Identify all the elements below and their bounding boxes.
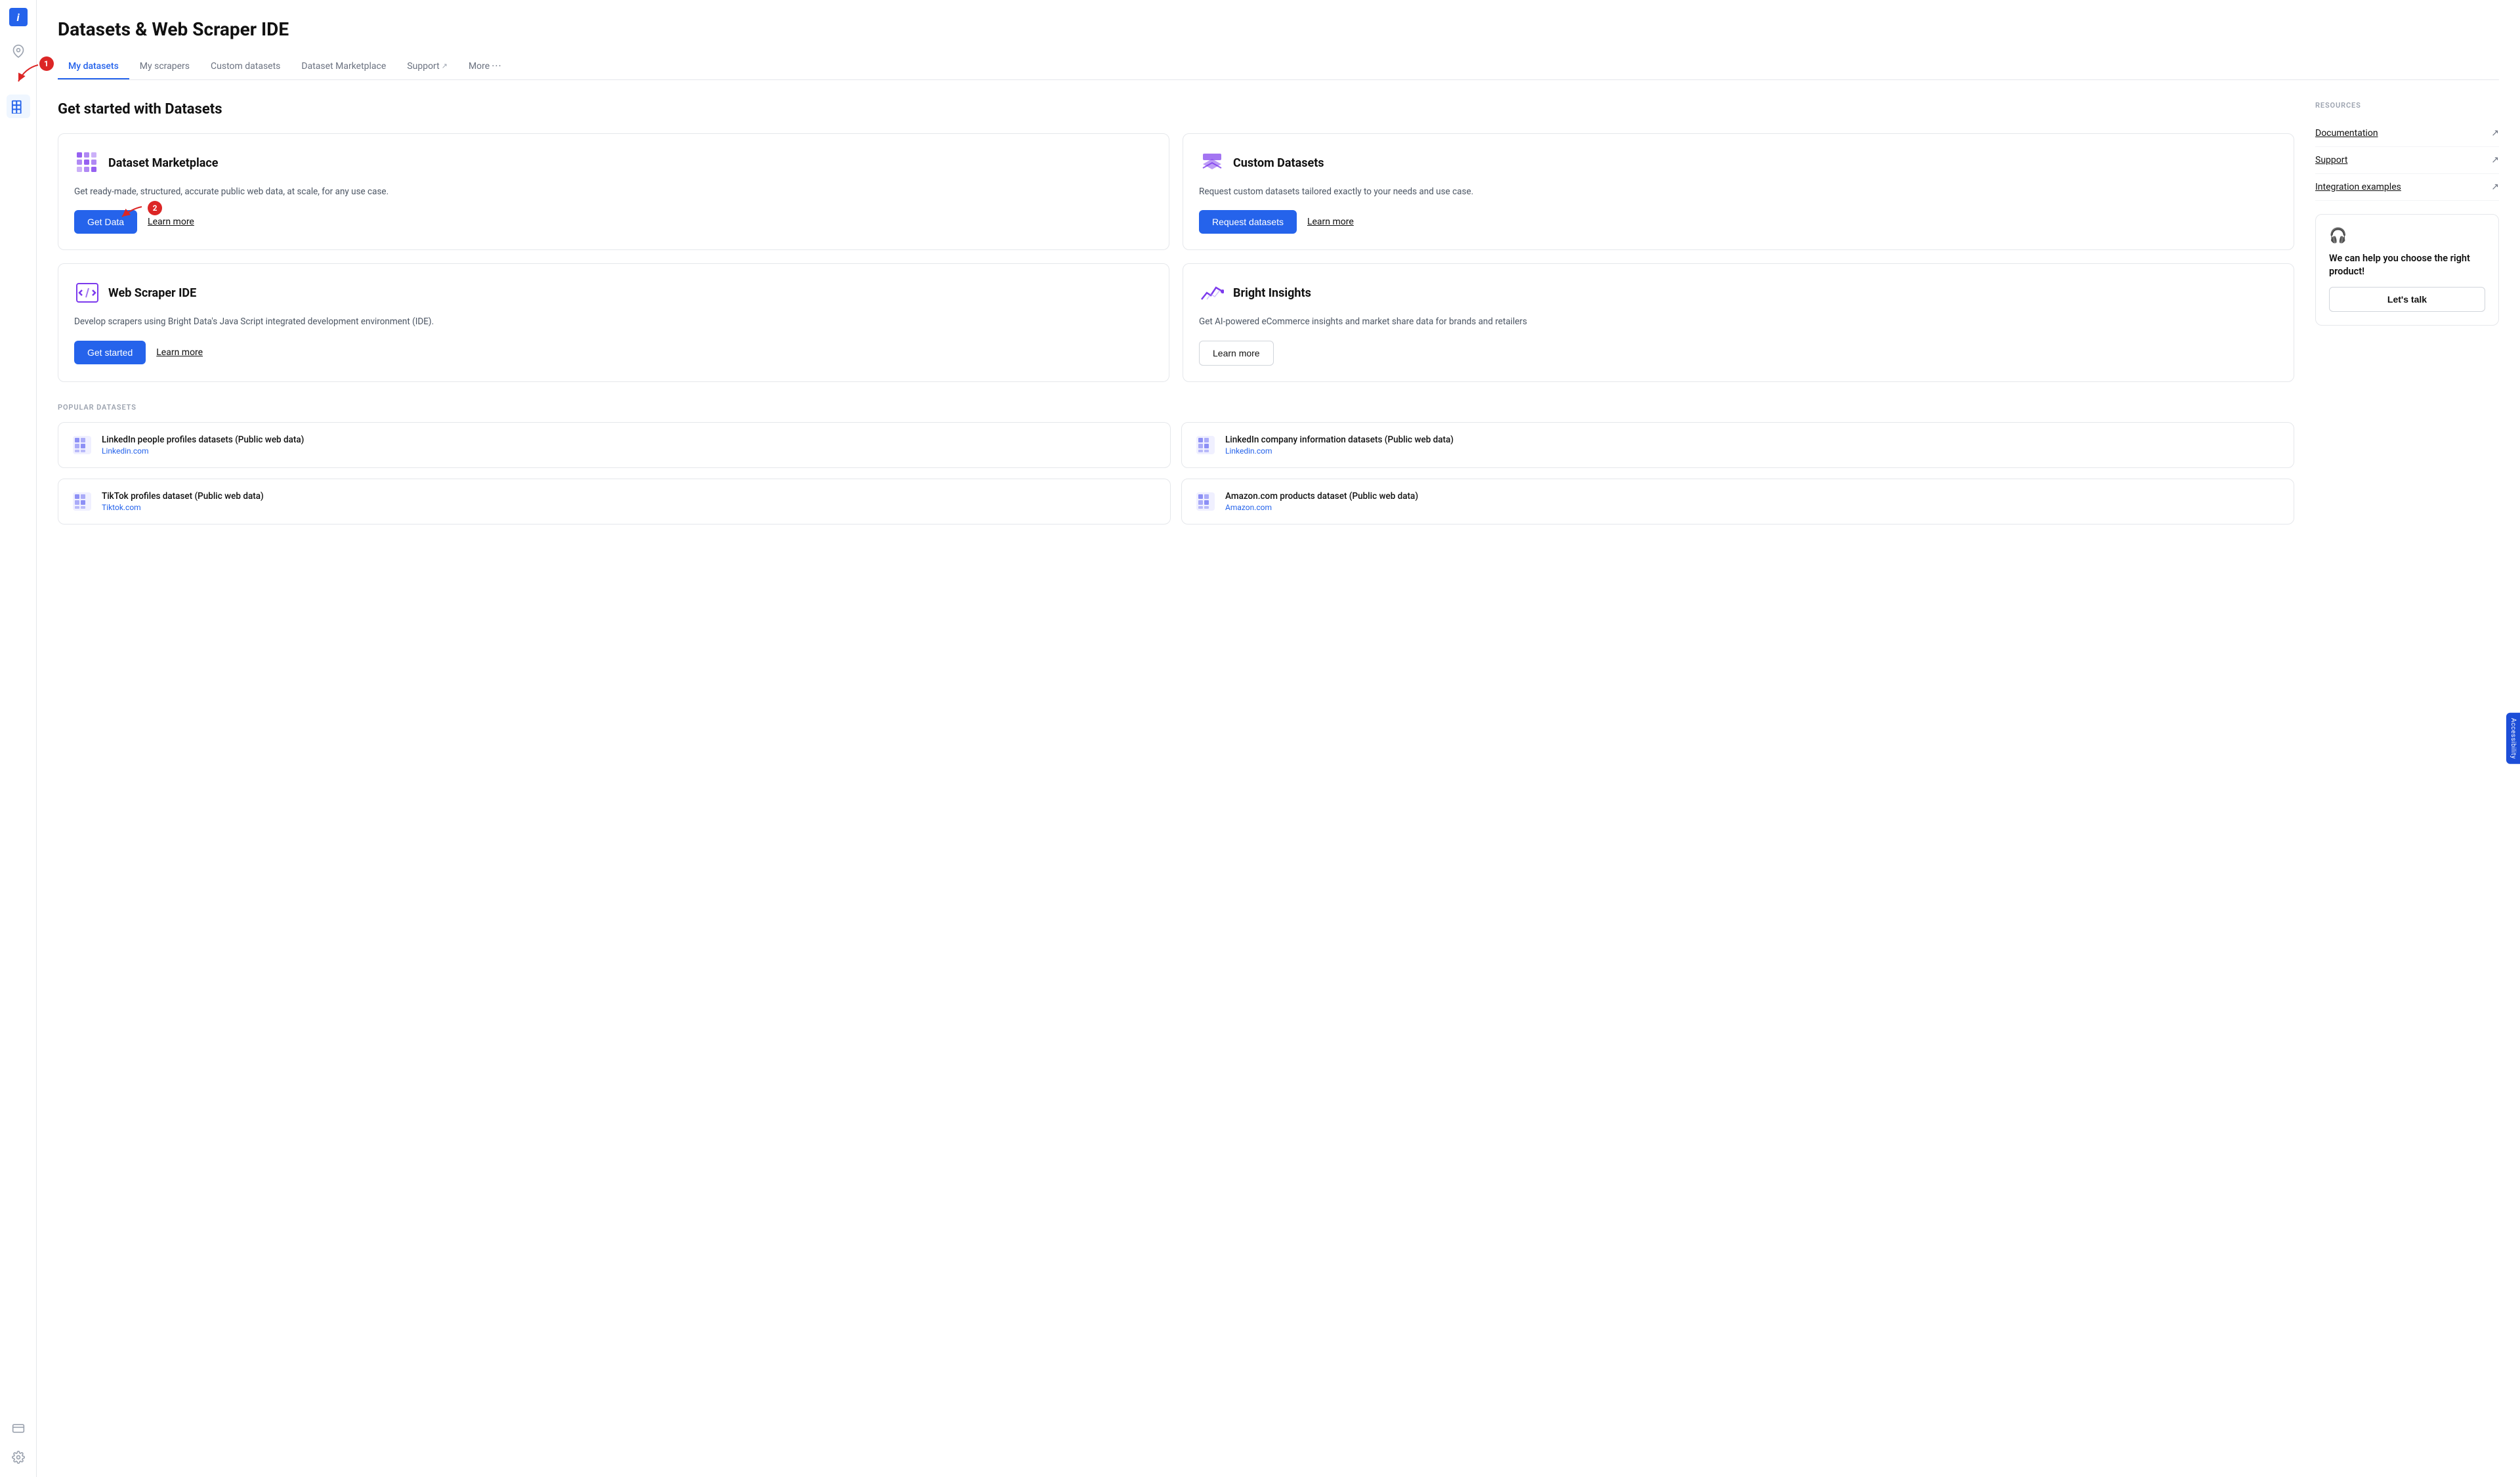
tab-more[interactable]: More ···	[458, 53, 513, 80]
location-icon[interactable]	[7, 39, 30, 63]
main-content: Datasets & Web Scraper IDE My datasets M…	[37, 0, 2520, 1477]
sidebar: i 1	[0, 0, 37, 1477]
info-icon[interactable]: i	[9, 8, 28, 26]
documentation-external-icon: ↗	[2491, 128, 2499, 139]
insights-card-desc: Get AI-powered eCommerce insights and ma…	[1199, 315, 2278, 328]
linkedin-dataset-icon	[72, 435, 93, 456]
bright-insights-card: Bright Insights Get AI-powered eCommerce…	[1183, 263, 2294, 381]
list-item[interactable]: TikTok profiles dataset (Public web data…	[58, 479, 1171, 524]
feature-cards-grid: Dataset Marketplace Get ready-made, stru…	[58, 133, 2294, 382]
marketplace-card-title: Dataset Marketplace	[108, 156, 218, 170]
integration-external-icon: ↗	[2491, 182, 2499, 192]
annotation-badge-1: 1	[39, 56, 54, 71]
more-dots-icon: ···	[492, 60, 502, 72]
help-box: 🎧 We can help you choose the right produ…	[2315, 214, 2499, 326]
datasets-grid: LinkedIn people profiles datasets (Publi…	[58, 422, 2294, 524]
dataset-source: Tiktok.com	[102, 503, 264, 512]
documentation-link-text: Documentation	[2315, 128, 2378, 139]
help-text: We can help you choose the right product…	[2329, 252, 2485, 279]
support-external-icon: ↗	[2491, 155, 2499, 165]
headset-icon: 🎧	[2329, 228, 2485, 244]
scraper-learn-more[interactable]: Learn more	[156, 347, 203, 358]
lets-talk-button[interactable]: Let's talk	[2329, 287, 2485, 312]
insights-learn-more-button[interactable]: Learn more	[1199, 341, 1274, 366]
custom-datasets-card-actions: Request datasets Learn more	[1199, 210, 2278, 234]
request-datasets-button[interactable]: Request datasets	[1199, 210, 1297, 234]
card-header: Bright Insights	[1199, 280, 2278, 306]
tiktok-dataset-icon	[72, 491, 93, 512]
annotation-2: 2	[119, 203, 162, 223]
marketplace-card-desc: Get ready-made, structured, accurate pub…	[74, 185, 1153, 198]
scraper-ide-icon	[74, 280, 100, 306]
dataset-name: LinkedIn company information datasets (P…	[1225, 435, 1454, 445]
card-header: Dataset Marketplace	[74, 150, 1153, 176]
card-header: Web Scraper IDE	[74, 280, 1153, 306]
support-link-text: Support	[2315, 155, 2347, 165]
tab-support[interactable]: Support ↗	[396, 54, 458, 79]
custom-datasets-learn-more[interactable]: Learn more	[1307, 217, 1354, 227]
custom-datasets-card-desc: Request custom datasets tailored exactly…	[1199, 185, 2278, 198]
resources-label: RESOURCES	[2315, 101, 2499, 110]
tab-my-scrapers[interactable]: My scrapers	[129, 54, 200, 79]
list-item[interactable]: LinkedIn people profiles datasets (Publi…	[58, 422, 1171, 468]
integration-examples-link-text: Integration examples	[2315, 182, 2401, 192]
datasets-icon[interactable]	[7, 95, 30, 118]
tab-dataset-marketplace[interactable]: Dataset Marketplace	[291, 54, 396, 79]
annotation-badge-2: 2	[148, 201, 162, 215]
dataset-marketplace-card: Dataset Marketplace Get ready-made, stru…	[58, 133, 1169, 250]
documentation-link[interactable]: Documentation ↗	[2315, 120, 2499, 147]
tab-custom-datasets[interactable]: Custom datasets	[200, 54, 291, 79]
main-cards-area: Get started with Datasets	[58, 101, 2294, 524]
marketplace-icon	[74, 150, 100, 176]
list-item[interactable]: LinkedIn company information datasets (P…	[1181, 422, 2294, 468]
annotation-arrow-2	[119, 203, 145, 223]
list-item[interactable]: Amazon.com products dataset (Public web …	[1181, 479, 2294, 524]
content-area: Get started with Datasets	[58, 101, 2499, 524]
dataset-name: LinkedIn people profiles datasets (Publi…	[102, 435, 304, 445]
dataset-name: TikTok profiles dataset (Public web data…	[102, 491, 264, 502]
scraper-card-title: Web Scraper IDE	[108, 286, 196, 300]
billing-icon[interactable]	[7, 1417, 30, 1440]
integration-examples-link[interactable]: Integration examples ↗	[2315, 174, 2499, 201]
support-link[interactable]: Support ↗	[2315, 147, 2499, 174]
bright-insights-icon	[1199, 280, 1225, 306]
get-started-button[interactable]: Get started	[74, 341, 146, 364]
marketplace-card-actions: Get Data	[74, 210, 1153, 234]
dataset-source: Linkedin.com	[102, 446, 304, 456]
custom-datasets-icon	[1199, 150, 1225, 176]
custom-datasets-card: Custom Datasets Request custom datasets …	[1183, 133, 2294, 250]
accessibility-tab[interactable]: Accessibility	[2506, 713, 2520, 764]
dataset-name: Amazon.com products dataset (Public web …	[1225, 491, 1418, 502]
resources-sidebar: RESOURCES Documentation ↗ Support ↗ Inte…	[2315, 101, 2499, 524]
insights-card-title: Bright Insights	[1233, 286, 1311, 300]
tab-my-datasets[interactable]: My datasets	[58, 54, 129, 79]
popular-datasets-section: POPULAR DATASETS	[58, 403, 2294, 524]
external-link-icon: ↗	[442, 62, 448, 70]
scraper-card-actions: Get started Learn more	[74, 341, 1153, 364]
scraper-card-desc: Develop scrapers using Bright Data's Jav…	[74, 315, 1153, 328]
section-title: Get started with Datasets	[58, 101, 2294, 118]
dataset-source: Amazon.com	[1225, 503, 1418, 512]
web-scraper-card: Web Scraper IDE Develop scrapers using B…	[58, 263, 1169, 381]
amazon-dataset-icon	[1195, 491, 1216, 512]
linkedin-company-dataset-icon	[1195, 435, 1216, 456]
page-title: Datasets & Web Scraper IDE	[58, 18, 2499, 40]
tabs-bar: My datasets My scrapers Custom datasets …	[58, 53, 2499, 80]
dataset-source: Linkedin.com	[1225, 446, 1454, 456]
insights-card-actions: Learn more	[1199, 341, 2278, 366]
custom-datasets-card-title: Custom Datasets	[1233, 156, 1324, 170]
settings-icon[interactable]	[7, 1445, 30, 1469]
card-header: Custom Datasets	[1199, 150, 2278, 176]
popular-datasets-label: POPULAR DATASETS	[58, 403, 2294, 412]
